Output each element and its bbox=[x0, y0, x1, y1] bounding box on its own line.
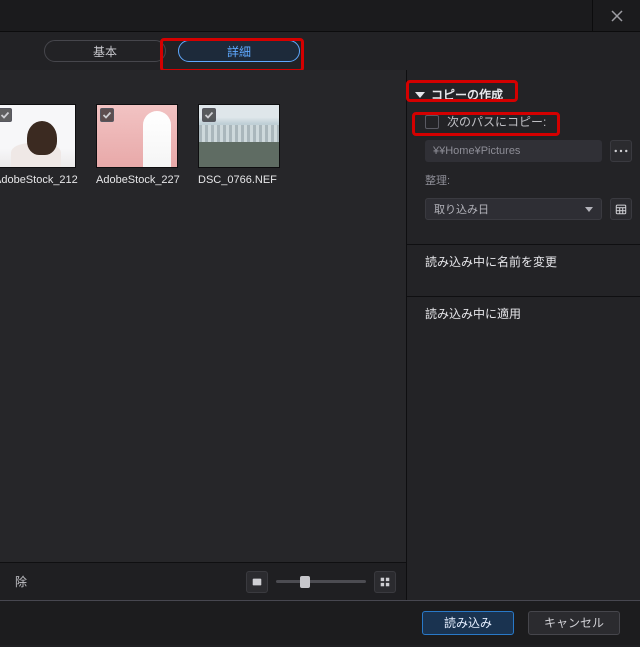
copy-to-row: 次のパスにコピー: bbox=[415, 113, 632, 130]
thumb-checkbox[interactable] bbox=[202, 108, 216, 122]
thumb-item[interactable]: AdobeStock_212 bbox=[0, 104, 82, 186]
section-rename[interactable]: 読み込み中に名前を変更 bbox=[407, 244, 640, 278]
section-title: 読み込み中に名前を変更 bbox=[425, 253, 557, 270]
thumb-filename: AdobeStock_227 bbox=[96, 174, 184, 186]
thumb-item[interactable]: DSC_0766.NEF bbox=[198, 104, 286, 186]
check-icon bbox=[0, 110, 10, 120]
thumb-filename: DSC_0766.NEF bbox=[198, 174, 286, 186]
close-icon bbox=[610, 9, 624, 23]
dots-icon bbox=[614, 149, 628, 153]
thumbnail-image bbox=[0, 104, 76, 168]
organize-label: 整理: bbox=[425, 172, 450, 188]
thumb-filename: AdobeStock_212 bbox=[0, 174, 82, 186]
slider-track bbox=[276, 580, 366, 583]
view-single-icon[interactable] bbox=[246, 571, 268, 593]
thumb-checkbox[interactable] bbox=[100, 108, 114, 122]
section-title: 読み込み中に適用 bbox=[425, 305, 521, 322]
import-button[interactable]: 読み込み bbox=[422, 611, 514, 635]
remove-button[interactable]: 除 bbox=[10, 571, 32, 593]
tab-basic[interactable]: 基本 bbox=[44, 40, 166, 62]
copy-to-checkbox[interactable] bbox=[425, 115, 439, 129]
chevron-down-icon bbox=[585, 207, 593, 212]
grid-icon bbox=[379, 576, 391, 588]
thumbnail-size-slider[interactable] bbox=[276, 578, 366, 586]
close-button[interactable] bbox=[592, 0, 640, 31]
copy-to-label: 次のパスにコピー: bbox=[447, 113, 546, 130]
thumb-checkbox[interactable] bbox=[0, 108, 12, 122]
browse-button[interactable] bbox=[610, 140, 632, 162]
tab-detail[interactable]: 詳細 bbox=[178, 40, 300, 62]
chevron-down-icon bbox=[415, 92, 425, 98]
section-apply[interactable]: 読み込み中に適用 bbox=[407, 296, 640, 330]
slider-handle[interactable] bbox=[300, 576, 310, 588]
organize-value: 取り込み日 bbox=[434, 201, 489, 217]
check-icon bbox=[102, 110, 112, 120]
calendar-button[interactable] bbox=[610, 198, 632, 220]
cancel-button[interactable]: キャンセル bbox=[528, 611, 620, 635]
thumbnail-image bbox=[96, 104, 178, 168]
section-title: コピーの作成 bbox=[431, 86, 503, 103]
organize-select[interactable]: 取り込み日 bbox=[425, 198, 602, 220]
view-grid-icon[interactable] bbox=[374, 571, 396, 593]
check-icon bbox=[204, 110, 214, 120]
options-pane: コピーの作成 次のパスにコピー: ¥¥Home¥Pictures 整理: 取り込… bbox=[406, 70, 640, 600]
calendar-icon bbox=[615, 203, 627, 215]
thumbnail-image bbox=[198, 104, 280, 168]
thumbnail-pane: AdobeStock_212 AdobeStock_227 DSC_0766.N… bbox=[0, 70, 406, 600]
section-copy-create[interactable]: コピーの作成 bbox=[415, 86, 632, 103]
copy-path-field[interactable]: ¥¥Home¥Pictures bbox=[425, 140, 602, 162]
thumb-item[interactable]: AdobeStock_227 bbox=[96, 104, 184, 186]
rectangle-icon bbox=[251, 576, 263, 588]
